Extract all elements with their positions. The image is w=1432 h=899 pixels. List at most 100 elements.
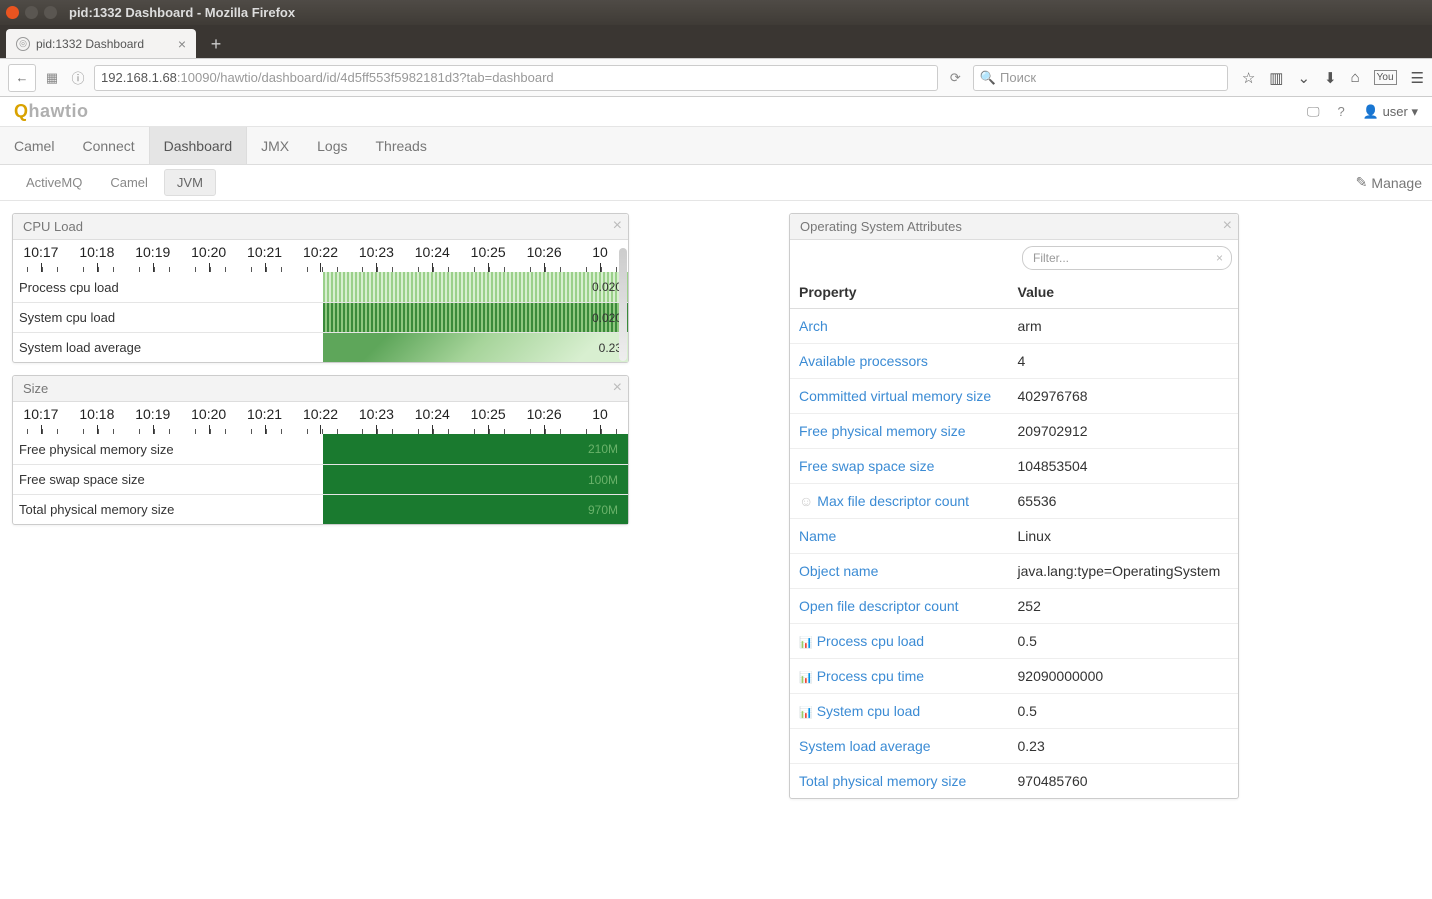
scrollbar[interactable] xyxy=(619,248,627,361)
reload-button[interactable]: ⟳ xyxy=(944,70,967,86)
url-input[interactable]: 192.168.1.68:10090/hawtio/dashboard/id/4… xyxy=(94,65,938,91)
terminal-icon[interactable]: 🖵 xyxy=(1307,104,1320,120)
nav-item-jmx[interactable]: JMX xyxy=(247,127,303,164)
chart-icon: 📊 xyxy=(799,637,813,649)
help-icon[interactable]: ? xyxy=(1338,104,1345,119)
property-link[interactable]: Arch xyxy=(799,318,828,334)
youtube-icon[interactable]: You xyxy=(1374,70,1397,85)
sub-tab-jvm[interactable]: JVM xyxy=(164,169,216,196)
browser-tab-active[interactable]: ◎ pid:1332 Dashboard × xyxy=(6,29,196,58)
panel-cpu-load: CPU Load × 10:1710:1810:1910:2010:2110:2… xyxy=(12,213,629,363)
pocket-icon[interactable]: ⌄ xyxy=(1297,69,1310,87)
sparkline: 210M xyxy=(323,434,628,464)
property-link[interactable]: System cpu load xyxy=(817,703,921,719)
panel-close-icon[interactable]: × xyxy=(613,217,622,235)
nav-item-camel[interactable]: Camel xyxy=(0,127,68,164)
chart-icon: 📊 xyxy=(799,707,813,719)
table-row[interactable]: Available processors 4 xyxy=(790,344,1238,379)
nav-item-dashboard[interactable]: Dashboard xyxy=(149,127,248,164)
nav-item-logs[interactable]: Logs xyxy=(303,127,361,164)
property-value: 0.23 xyxy=(1009,729,1239,764)
metric-label: Free swap space size xyxy=(13,472,323,487)
table-row[interactable]: Free swap space size 104853504 xyxy=(790,449,1238,484)
property-link[interactable]: Free physical memory size xyxy=(799,423,966,439)
property-link[interactable]: Max file descriptor count xyxy=(817,493,969,509)
column-property[interactable]: Property xyxy=(790,276,1009,309)
library-icon[interactable]: ▥ xyxy=(1269,69,1283,87)
home-icon[interactable]: ⌂ xyxy=(1351,69,1360,86)
table-row[interactable]: NameLinux xyxy=(790,519,1238,554)
table-row[interactable]: ☺Max file descriptor count 65536 xyxy=(790,484,1238,519)
table-row[interactable]: Committed virtual memory size 402976768 xyxy=(790,379,1238,414)
property-link[interactable]: Process cpu time xyxy=(817,668,924,684)
table-row[interactable]: 📊Process cpu load0.5 xyxy=(790,624,1238,659)
time-tick: 10:26 xyxy=(516,406,572,434)
sub-tab-camel[interactable]: Camel xyxy=(98,170,160,195)
table-row[interactable]: Total physical memory size 970485760 xyxy=(790,764,1238,799)
property-value: 209702912 xyxy=(1009,414,1239,449)
panel-close-icon[interactable]: × xyxy=(613,379,622,397)
table-row[interactable]: System load average 0.23 xyxy=(790,729,1238,764)
url-host: 192.168.1.68 xyxy=(101,70,177,85)
property-value: 970485760 xyxy=(1009,764,1239,799)
property-link[interactable]: Name xyxy=(799,528,836,544)
panel-header[interactable]: Size × xyxy=(13,376,628,402)
metric-label: System load average xyxy=(13,340,323,355)
table-row[interactable]: Arch arm xyxy=(790,309,1238,344)
clear-filter-icon[interactable]: × xyxy=(1216,251,1223,265)
property-link[interactable]: System load average xyxy=(799,738,931,754)
window-close-icon[interactable] xyxy=(6,6,19,19)
sub-tab-activemq[interactable]: ActiveMQ xyxy=(14,170,94,195)
nav-item-connect[interactable]: Connect xyxy=(68,127,148,164)
property-link[interactable]: Process cpu load xyxy=(817,633,924,649)
main-nav: CamelConnectDashboardJMXLogsThreads xyxy=(0,127,1432,165)
table-row[interactable]: 📊Process cpu time92090000000 xyxy=(790,659,1238,694)
time-tick: 10:23 xyxy=(348,406,404,434)
property-value: 4 xyxy=(1009,344,1239,379)
info-icon[interactable]: ⓘ xyxy=(68,68,88,88)
property-value: arm xyxy=(1009,309,1239,344)
metric-label: Process cpu load xyxy=(13,280,323,295)
property-value: 104853504 xyxy=(1009,449,1239,484)
metric-value: 0.020 xyxy=(592,311,622,325)
user-menu[interactable]: 👤 user ▾ xyxy=(1363,104,1418,120)
bookmark-icon[interactable]: ☆ xyxy=(1242,69,1255,87)
nav-item-threads[interactable]: Threads xyxy=(361,127,440,164)
table-row[interactable]: 📊System cpu load0.5 xyxy=(790,694,1238,729)
downloads-icon[interactable]: ⬇ xyxy=(1324,69,1337,87)
panel-header[interactable]: Operating System Attributes × xyxy=(790,214,1238,240)
site-identity-icon[interactable]: ▦ xyxy=(42,68,62,88)
property-link[interactable]: Free swap space size xyxy=(799,458,934,474)
tab-close-icon[interactable]: × xyxy=(178,36,186,52)
search-input[interactable]: 🔍 Поиск xyxy=(973,65,1228,91)
time-tick: 10:19 xyxy=(125,244,181,272)
chart-row: System load average0.23 xyxy=(13,332,628,362)
time-tick: 10:18 xyxy=(69,406,125,434)
back-button[interactable]: ← xyxy=(8,64,36,92)
property-link[interactable]: Available processors xyxy=(799,353,928,369)
property-value: 65536 xyxy=(1009,484,1239,519)
window-maximize-icon[interactable] xyxy=(44,6,57,19)
new-tab-button[interactable]: + xyxy=(202,32,230,56)
filter-input[interactable]: Filter... × xyxy=(1022,246,1232,270)
property-value: 402976768 xyxy=(1009,379,1239,414)
table-row[interactable]: Object namejava.lang:type=OperatingSyste… xyxy=(790,554,1238,589)
hawtio-logo[interactable]: Qhawtio xyxy=(14,101,89,122)
property-link[interactable]: Total physical memory size xyxy=(799,773,966,789)
column-value[interactable]: Value xyxy=(1009,276,1239,309)
manage-button[interactable]: ✎ Manage xyxy=(1356,174,1422,191)
window-minimize-icon[interactable] xyxy=(25,6,38,19)
table-row[interactable]: Open file descriptor count252 xyxy=(790,589,1238,624)
menu-icon[interactable]: ☰ xyxy=(1411,69,1424,87)
property-link[interactable]: Committed virtual memory size xyxy=(799,388,991,404)
chart-row: Free swap space size100M xyxy=(13,464,628,494)
property-link[interactable]: Object name xyxy=(799,563,878,579)
property-link[interactable]: Open file descriptor count xyxy=(799,598,959,614)
time-tick: 10:24 xyxy=(404,406,460,434)
face-icon: ☺ xyxy=(799,493,813,509)
table-row[interactable]: Free physical memory size 209702912 xyxy=(790,414,1238,449)
time-tick: 10:18 xyxy=(69,244,125,272)
panel-close-icon[interactable]: × xyxy=(1223,217,1232,235)
search-icon: 🔍 xyxy=(980,70,996,86)
panel-header[interactable]: CPU Load × xyxy=(13,214,628,240)
